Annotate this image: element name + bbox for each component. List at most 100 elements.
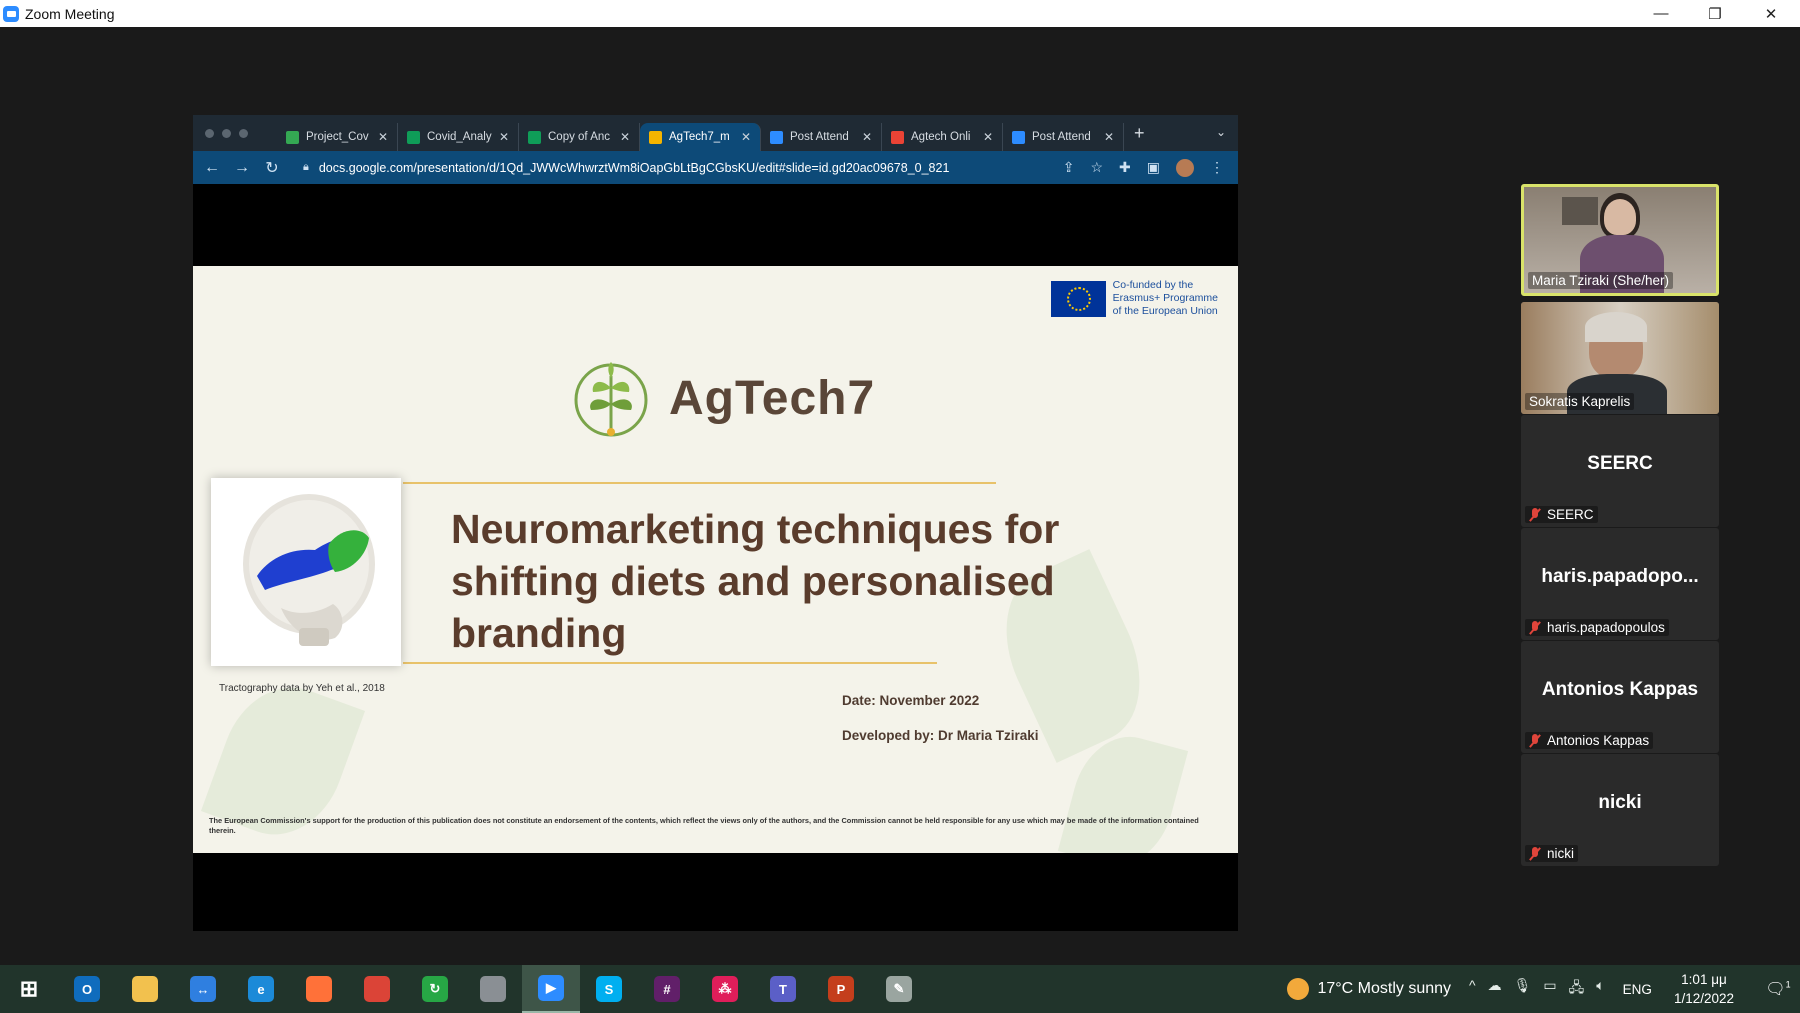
browser-tab[interactable]: Copy of Anc ✕ (519, 123, 640, 151)
start-button-glyph: ⊞ (16, 976, 42, 1002)
reload-icon[interactable]: ↻ (257, 158, 287, 178)
chrome-icon[interactable] (348, 965, 406, 1013)
participant-tile[interactable]: haris.papadopo... haris.papadopoulos (1521, 528, 1719, 640)
firefox-icon[interactable] (290, 965, 348, 1013)
participant-tile[interactable]: SEERC SEERC (1521, 415, 1719, 527)
slack-icon[interactable]: # (638, 965, 696, 1013)
forward-icon[interactable]: → (227, 159, 257, 177)
gmail-icon (891, 130, 904, 144)
browser-tab[interactable]: Agtech Onli ✕ (882, 123, 1003, 151)
tab-search-button[interactable]: ⌄ (1216, 125, 1226, 139)
share-icon[interactable]: ⇪ (1063, 159, 1075, 176)
minimize-button[interactable]: — (1634, 0, 1688, 27)
slide-author: Developed by: Dr Maria Tziraki (842, 728, 1039, 743)
disk-app-icon[interactable] (464, 965, 522, 1013)
file-explorer-icon-glyph (132, 976, 158, 1002)
bookmark-star-icon[interactable]: ☆ (1090, 159, 1103, 176)
participant-tile[interactable]: Antonios Kappas Antonios Kappas (1521, 641, 1719, 753)
tab-close-icon[interactable]: ✕ (983, 130, 993, 144)
participant-tile[interactable]: Maria Tziraki (She/her) (1521, 184, 1719, 296)
skype-icon[interactable]: S (580, 965, 638, 1013)
slack-icon-glyph: # (654, 976, 680, 1002)
paint-icon-glyph: ✎ (886, 976, 912, 1002)
firefox-icon-glyph (306, 976, 332, 1002)
volume-icon[interactable]: 🔈︎ (1596, 977, 1604, 1001)
teams-icon[interactable]: T (754, 965, 812, 1013)
green-app-icon-glyph: ↻ (422, 976, 448, 1002)
browser-menu-icon[interactable]: ⋮ (1210, 159, 1224, 176)
participant-display-name: SEERC (1587, 453, 1653, 474)
sidepanel-icon[interactable]: ▣ (1147, 159, 1160, 176)
extensions-icon[interactable]: ✚ (1119, 159, 1131, 176)
sprout-logo-icon (573, 358, 649, 438)
tab-close-icon[interactable]: ✕ (1104, 130, 1114, 144)
restore-button[interactable]: ❐ (1688, 0, 1742, 27)
participant-tile[interactable]: Sokratis Kaprelis (1521, 302, 1719, 414)
profile-avatar[interactable] (1176, 158, 1194, 177)
participant-tile[interactable]: nicki nicki (1521, 754, 1719, 866)
browser-tab[interactable]: Post Attend ✕ (761, 123, 882, 151)
address-bar: ← → ↻ 🔒︎ docs.google.com/presentation/d/… (193, 151, 1238, 184)
start-button[interactable]: ⊞ (0, 965, 58, 1013)
tab-close-icon[interactable]: ✕ (378, 130, 388, 144)
browser-tabs: Project_Cov ✕ Covid_Analy ✕ Copy of Anc ✕ AgTe… (277, 115, 1124, 151)
tray-overflow-icon[interactable]: ^ (1469, 977, 1476, 1001)
network-icon[interactable]: 🖧︎ (1569, 977, 1585, 1001)
browser-tab[interactable]: Post Attend ✕ (1003, 123, 1124, 151)
url-field[interactable]: 🔒︎ docs.google.com/presentation/d/1Qd_JW… (303, 161, 1063, 175)
close-button[interactable]: ✕ (1744, 0, 1798, 27)
url-text: docs.google.com/presentation/d/1Qd_JWWcW… (318, 160, 950, 175)
mic-muted-icon (1529, 733, 1541, 748)
window-title: Zoom Meeting (25, 5, 115, 22)
language-indicator[interactable]: ENG (1623, 982, 1652, 997)
tab-close-icon[interactable]: ✕ (862, 130, 872, 144)
eu-text: Co-funded by the Erasmus+ Programme of t… (1112, 279, 1218, 317)
dots-app-icon[interactable]: ⁂ (696, 965, 754, 1013)
dots-app-icon-glyph: ⁂ (712, 976, 738, 1002)
powerpoint-icon[interactable]: P (812, 965, 870, 1013)
eu-flag-icon (1050, 280, 1106, 317)
powerpoint-icon-glyph: P (828, 976, 854, 1002)
tab-close-icon[interactable]: ✕ (499, 130, 509, 144)
microphone-icon[interactable]: 🎙︎ (1514, 977, 1532, 1001)
edge-icon[interactable]: e (232, 965, 290, 1013)
logo-title: AgTech7 (669, 371, 876, 425)
divider-line (403, 662, 937, 664)
tab-label: Post Attend (1032, 131, 1091, 143)
drive-icon (286, 130, 299, 144)
sheets-icon (528, 130, 541, 144)
zoom-icon (770, 130, 783, 144)
presentation-slide: Co-funded by the Erasmus+ Programme of t… (193, 266, 1238, 853)
disk-app-icon-glyph (480, 976, 506, 1002)
tray-icons: ^ ☁ 🎙︎ ▭ 🖧︎ 🔈︎ (1469, 977, 1605, 1001)
tab-close-icon[interactable]: ✕ (741, 130, 751, 144)
sheets-icon (407, 130, 420, 144)
taskbar-clock[interactable]: 1:01 μμ 1/12/2022 (1674, 970, 1734, 1008)
battery-icon[interactable]: ▭ (1543, 977, 1556, 1001)
zoom-icon (1012, 130, 1025, 144)
windows-taskbar: ⊞ O ↔ e ↻ ▶ S # ⁂ T P ✎ 17°C Mostly sunny ^ ☁ 🎙︎ ▭ … (0, 965, 1800, 1013)
back-icon[interactable]: ← (197, 159, 227, 177)
tab-close-icon[interactable]: ✕ (620, 130, 630, 144)
browser-tab[interactable]: Project_Cov ✕ (277, 123, 398, 151)
file-explorer-icon[interactable] (116, 965, 174, 1013)
tab-label: AgTech7_m (669, 131, 730, 143)
brain-tractography-image (211, 478, 401, 666)
green-app-icon[interactable]: ↻ (406, 965, 464, 1013)
mic-muted-icon (1529, 507, 1541, 522)
browser-tab[interactable]: AgTech7_m ✕ (640, 123, 761, 151)
participant-name: nicki (1525, 845, 1579, 862)
zoom-icon-glyph: ▶ (538, 975, 564, 1001)
weather-widget[interactable]: 17°C Mostly sunny (1287, 978, 1451, 1000)
new-tab-button[interactable]: + (1134, 123, 1145, 144)
teams-icon-glyph: T (770, 976, 796, 1002)
outlook-icon[interactable]: O (58, 965, 116, 1013)
teamviewer-icon[interactable]: ↔ (174, 965, 232, 1013)
notification-center-icon[interactable]: 🗨︎1 (1756, 979, 1800, 999)
onedrive-icon[interactable]: ☁ (1488, 977, 1502, 1001)
zoom-app-icon (3, 5, 19, 22)
paint-icon[interactable]: ✎ (870, 965, 928, 1013)
skype-icon-glyph: S (596, 976, 622, 1002)
zoom-icon[interactable]: ▶ (522, 965, 580, 1013)
browser-tab[interactable]: Covid_Analy ✕ (398, 123, 519, 151)
